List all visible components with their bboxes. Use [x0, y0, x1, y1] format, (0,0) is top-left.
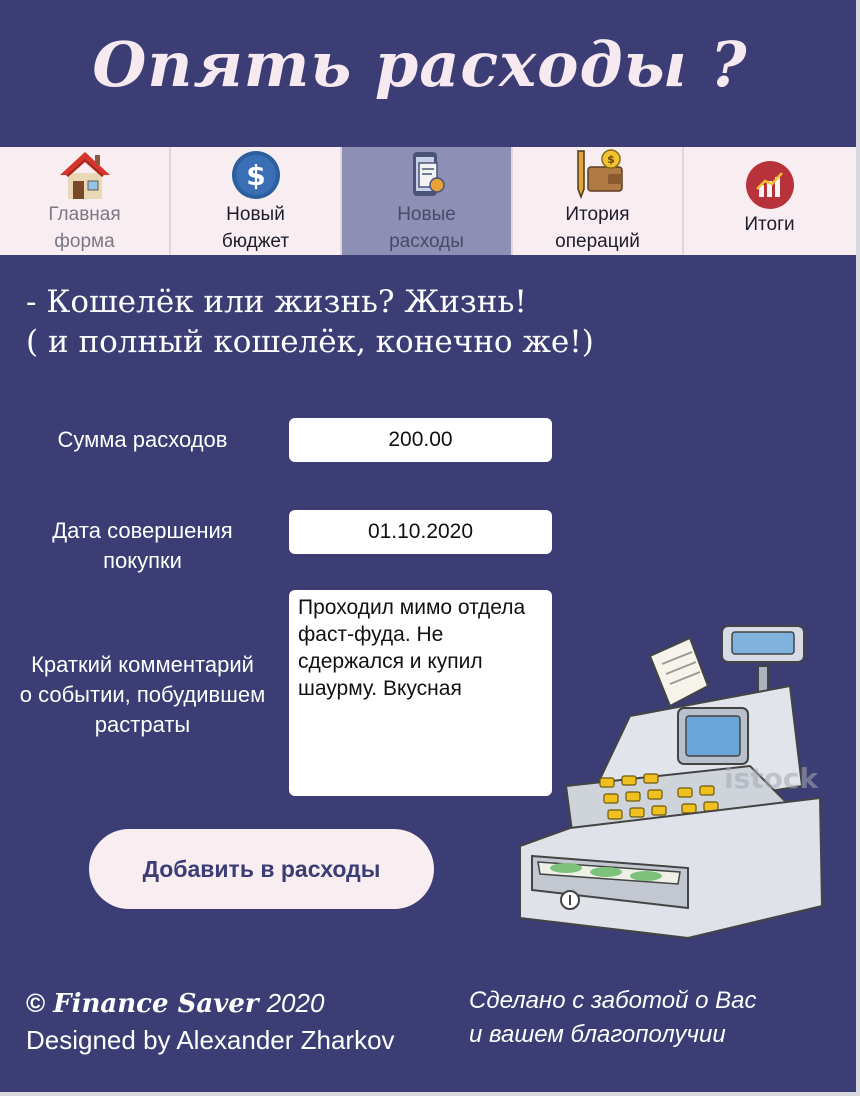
- house-icon: [57, 149, 113, 201]
- brand-name: Finance Saver: [53, 989, 259, 1019]
- chart-growth-icon: [742, 159, 798, 211]
- amount-field[interactable]: 200.00: [289, 418, 552, 462]
- nav-new-expenses-label: Новые расходы: [389, 204, 464, 252]
- nav-new-budget[interactable]: $ Новый бюджет: [171, 147, 342, 255]
- receipt-phone-icon: [399, 149, 455, 201]
- copyright-symbol: ©: [26, 988, 46, 1018]
- add-expense-button[interactable]: Добавить в расходы: [89, 829, 434, 909]
- nav-history[interactable]: $ Итория операций: [513, 147, 684, 255]
- nav-results[interactable]: Итоги: [684, 147, 855, 255]
- footer-year: 2020: [266, 988, 325, 1018]
- footer-credits: © Finance Saver 2020 Designed by Alexand…: [26, 985, 395, 1058]
- amount-label: Сумма расходов: [57, 427, 228, 452]
- nav-history-label: Итория операций: [555, 204, 640, 252]
- main-nav: Главная форма $ Новый бюджет Новые расхо…: [0, 147, 856, 255]
- date-label: Дата совершения покупки: [52, 518, 233, 573]
- svg-text:$: $: [607, 153, 615, 166]
- date-field[interactable]: 01.10.2020: [289, 510, 552, 554]
- footer-tagline: Сделано с заботой о Вас и вашем благопол…: [469, 987, 757, 1048]
- nav-home-label: Главная форма: [48, 204, 121, 252]
- svg-text:$: $: [246, 159, 265, 192]
- page-title: Опять расходы ?: [92, 28, 748, 101]
- nav-results-label: Итоги: [744, 213, 795, 235]
- watermark-text: istock: [724, 762, 819, 795]
- nav-new-budget-label: Новый бюджет: [221, 204, 290, 252]
- comment-label: Краткий комментарий о событии, побудивше…: [19, 652, 266, 737]
- wallet-pen-icon: $: [570, 149, 626, 201]
- slogan-text: - Кошелёк или жизнь? Жизнь! ( и полный к…: [26, 284, 594, 360]
- dollar-coin-icon: $: [228, 149, 284, 201]
- cash-register-icon: istock: [510, 616, 830, 946]
- designer-credit: Designed by Alexander Zharkov: [26, 1025, 395, 1055]
- nav-new-expenses[interactable]: Новые расходы: [342, 147, 513, 255]
- nav-home[interactable]: Главная форма: [0, 147, 171, 255]
